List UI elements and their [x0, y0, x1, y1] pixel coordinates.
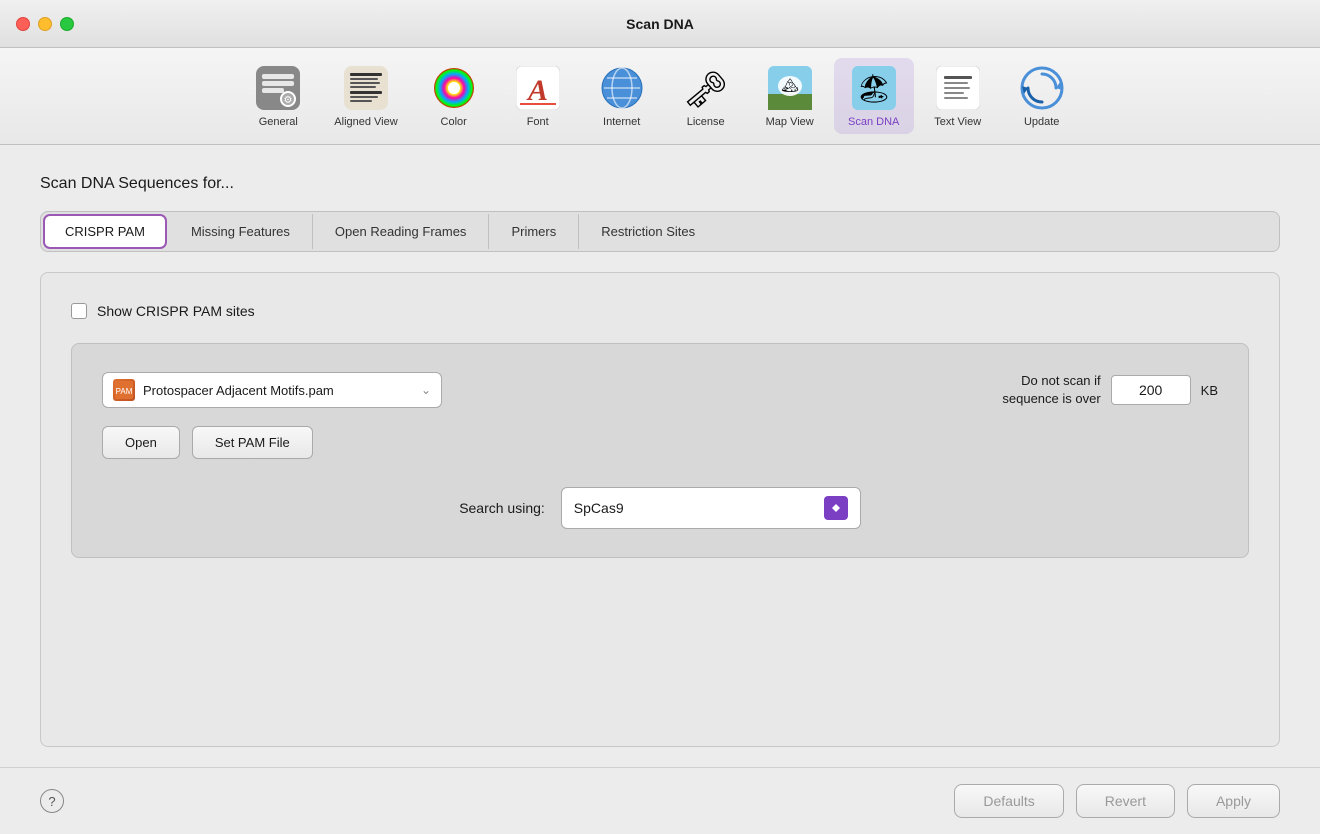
show-crispr-checkbox[interactable] — [71, 303, 87, 319]
svg-text:🏔: 🏔 — [781, 77, 799, 93]
title-bar: Scan DNA — [0, 0, 1320, 48]
toolbar-item-scan-dna[interactable]: 🏖 Scan DNA — [834, 58, 914, 134]
toolbar-item-aligned-view[interactable]: Aligned View — [322, 58, 409, 134]
toolbar-label-font: Font — [527, 116, 549, 128]
scan-limit-section: Do not scan if sequence is over KB — [1002, 372, 1218, 408]
svg-text:A: A — [526, 74, 548, 107]
toolbar-item-color[interactable]: Color — [414, 58, 494, 134]
font-icon: A — [514, 64, 562, 112]
bottom-actions: Defaults Revert Apply — [954, 784, 1280, 818]
show-crispr-row: Show CRISPR PAM sites — [71, 303, 1249, 319]
svg-text:🗝: 🗝 — [684, 69, 728, 110]
section-title: Scan DNA Sequences for... — [40, 175, 1280, 193]
internet-icon — [598, 64, 646, 112]
crispr-pam-panel: Show CRISPR PAM sites PAM Protospacer Ad… — [40, 272, 1280, 747]
pam-buttons-row: Open Set PAM File — [102, 426, 1218, 459]
map-view-icon: 🏔 — [766, 64, 814, 112]
toolbar-label-scan-dna: Scan DNA — [848, 116, 899, 128]
open-button[interactable]: Open — [102, 426, 180, 459]
pam-dropdown-arrow: ⌄ — [421, 383, 431, 397]
window-title: Scan DNA — [626, 16, 694, 32]
toolbar-label-internet: Internet — [603, 116, 640, 128]
toolbar-label-aligned-view: Aligned View — [334, 116, 397, 128]
search-label: Search using: — [459, 500, 545, 516]
help-button[interactable]: ? — [40, 789, 64, 813]
scan-limit-input[interactable] — [1111, 375, 1191, 405]
svg-text:🏖: 🏖 — [856, 73, 892, 104]
traffic-lights — [16, 17, 74, 31]
minimize-button[interactable] — [38, 17, 52, 31]
update-icon — [1018, 64, 1066, 112]
aligned-view-icon — [342, 64, 390, 112]
toolbar-item-text-view[interactable]: Text View — [918, 58, 998, 134]
defaults-button[interactable]: Defaults — [954, 784, 1063, 818]
revert-button[interactable]: Revert — [1076, 784, 1175, 818]
toolbar-label-license: License — [687, 116, 725, 128]
search-row: Search using: SpCas9 — [102, 487, 1218, 529]
tab-crispr-pam[interactable]: CRISPR PAM — [43, 214, 167, 249]
scan-limit-label: Do not scan if sequence is over — [1002, 372, 1100, 408]
license-icon: 🗝 — [682, 64, 730, 112]
search-select[interactable]: SpCas9 — [561, 487, 861, 529]
color-icon — [430, 64, 478, 112]
toolbar-item-license[interactable]: 🗝 License — [666, 58, 746, 134]
toolbar-label-color: Color — [441, 116, 467, 128]
show-crispr-label: Show CRISPR PAM sites — [97, 303, 255, 319]
text-view-icon — [934, 64, 982, 112]
bottom-bar: ? Defaults Revert Apply — [0, 767, 1320, 834]
tab-restriction-sites[interactable]: Restriction Sites — [579, 214, 717, 249]
svg-text:⚙: ⚙ — [284, 95, 293, 106]
tab-missing-features[interactable]: Missing Features — [169, 214, 313, 249]
inner-panel: PAM Protospacer Adjacent Motifs.pam ⌄ Do… — [71, 343, 1249, 558]
toolbar-item-internet[interactable]: Internet — [582, 58, 662, 134]
toolbar: ⚙ General Aligned View — [0, 48, 1320, 145]
maximize-button[interactable] — [60, 17, 74, 31]
pam-file-selector[interactable]: PAM Protospacer Adjacent Motifs.pam ⌄ — [102, 372, 442, 408]
set-pam-file-button[interactable]: Set PAM File — [192, 426, 313, 459]
search-select-value: SpCas9 — [574, 500, 824, 516]
toolbar-label-text-view: Text View — [934, 116, 981, 128]
pam-file-icon: PAM — [113, 379, 135, 401]
pam-row: PAM Protospacer Adjacent Motifs.pam ⌄ Do… — [102, 372, 1218, 408]
scan-dna-icon: 🏖 — [850, 64, 898, 112]
close-button[interactable] — [16, 17, 30, 31]
tab-open-reading-frames[interactable]: Open Reading Frames — [313, 214, 490, 249]
toolbar-item-map-view[interactable]: 🏔 Map View — [750, 58, 830, 134]
toolbar-item-update[interactable]: Update — [1002, 58, 1082, 134]
apply-button[interactable]: Apply — [1187, 784, 1280, 818]
toolbar-label-map-view: Map View — [766, 116, 814, 128]
toolbar-item-general[interactable]: ⚙ General — [238, 58, 318, 134]
svg-text:PAM: PAM — [116, 387, 133, 396]
tab-bar: CRISPR PAM Missing Features Open Reading… — [40, 211, 1280, 252]
search-select-arrows — [824, 496, 848, 520]
general-icon: ⚙ — [254, 64, 302, 112]
toolbar-item-font[interactable]: A Font — [498, 58, 578, 134]
tab-primers[interactable]: Primers — [489, 214, 579, 249]
toolbar-label-general: General — [259, 116, 298, 128]
pam-file-name: Protospacer Adjacent Motifs.pam — [143, 383, 413, 398]
main-content: Scan DNA Sequences for... CRISPR PAM Mis… — [0, 145, 1320, 767]
scan-limit-unit: KB — [1201, 383, 1218, 398]
toolbar-label-update: Update — [1024, 116, 1059, 128]
